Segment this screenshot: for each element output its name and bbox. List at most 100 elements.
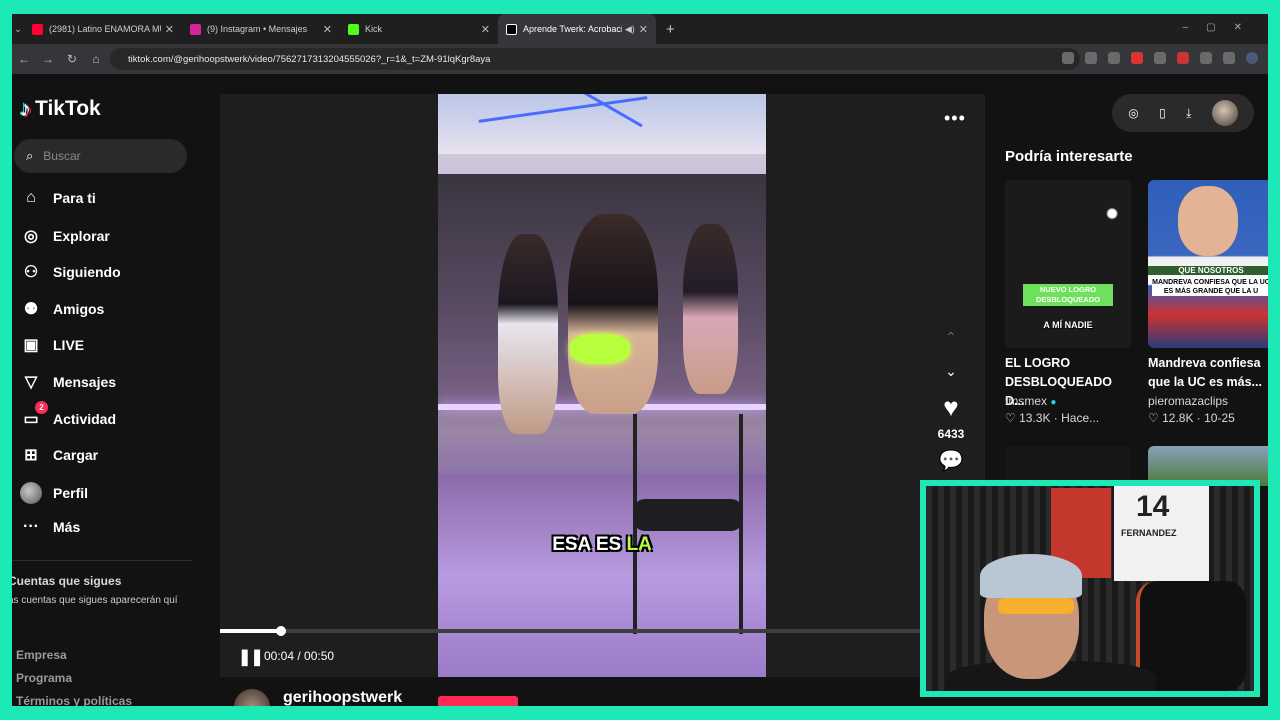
close-icon[interactable]: ✕ — [323, 23, 332, 36]
tiktok-logo[interactable]: ♪ TikTok — [20, 96, 101, 122]
nav-label: Perfil — [53, 485, 89, 501]
extension-icon[interactable] — [1062, 52, 1074, 64]
author-name[interactable]: gerihoopstwerk — [283, 689, 402, 706]
video-frame[interactable]: ESA ES LA — [438, 94, 766, 677]
nav-item-amigos[interactable]: ⚉ Amigos — [20, 299, 105, 319]
nav-item-siguiendo[interactable]: ⚇ Siguiendo — [20, 262, 121, 282]
speaker-icon[interactable]: ◀) — [625, 24, 635, 35]
thumbnail-badge: QUE NOSOTROS — [1148, 266, 1268, 275]
webcam-glasses — [998, 598, 1074, 614]
chevron-down-icon[interactable]: ⌄ — [936, 356, 966, 386]
new-tab-button[interactable]: + — [666, 21, 675, 38]
nav-item-live[interactable]: ▣ LIVE — [20, 335, 84, 355]
upload-icon: ⊞ — [24, 447, 38, 464]
search-input[interactable]: ⌕ Buscar — [14, 139, 187, 173]
recommendation-thumbnail[interactable]: QUE NOSOTROS MANDREVA CONFIESA QUE LA UC… — [1148, 180, 1268, 348]
tiktok-icon — [506, 23, 517, 35]
tab-search-icon[interactable]: ⌄ — [12, 24, 24, 35]
tab-kick[interactable]: Kick ✕ — [340, 14, 498, 44]
youtube-icon — [32, 23, 43, 35]
tab-tiktok[interactable]: Aprende Twerk: Acrobacias ◀) ✕ — [498, 14, 656, 44]
extensions-bar — [1062, 52, 1258, 64]
jersey-number: 14 — [1136, 490, 1170, 523]
nav-item-mensajes[interactable]: ▽ Mensajes — [20, 372, 116, 392]
nav-label: LIVE — [53, 337, 85, 353]
webcam-overlay: 14 FERNANDEZ — [920, 480, 1260, 697]
tab-bar: ⌄ (2981) Latino ENAMORA MUJERES ✕ (9) In… — [12, 14, 1268, 44]
recommendation-title[interactable]: Mandreva confiesa que la UC es más... — [1148, 354, 1268, 392]
back-icon[interactable]: ← — [12, 52, 36, 66]
zoom-icon[interactable] — [1085, 52, 1097, 64]
nav-label: Amigos — [53, 301, 105, 317]
close-icon[interactable]: ✕ — [165, 23, 174, 36]
avatar[interactable] — [1211, 100, 1238, 126]
forward-icon[interactable]: → — [36, 52, 60, 66]
more-options-icon[interactable]: ••• — [944, 108, 966, 129]
download-icon[interactable]: ⤓ — [1186, 106, 1191, 121]
time-readout: 00:04 / 00:50 — [264, 649, 335, 663]
nav-item-explorar[interactable]: ◎ Explorar — [20, 226, 110, 246]
webcam-headphones — [980, 554, 1082, 598]
nav-item-actividad[interactable]: ▭ 2 Actividad — [20, 401, 116, 429]
video-caption: ESA ES LA — [438, 534, 766, 556]
recommendation-thumbnail[interactable]: NUEVO LOGRO DESBLOQUEADO A MÍ NADIE — [1005, 180, 1131, 348]
following-icon: ⚇ — [23, 264, 39, 281]
compass-icon: ◎ — [24, 228, 38, 245]
tab-title: Aprende Twerk: Acrobacias — [523, 24, 622, 34]
url-field[interactable]: tiktok.com/@gerihoopstwerk/video/7562717… — [110, 48, 1080, 70]
nav-item-perfil[interactable]: Perfil — [20, 482, 88, 504]
phone-icon[interactable]: ▯ — [1159, 106, 1166, 120]
home-browser-icon[interactable]: ⌂ — [84, 52, 108, 66]
comment-icon[interactable]: 💬 — [936, 448, 966, 478]
tab-youtube[interactable]: (2981) Latino ENAMORA MUJERES ✕ — [24, 14, 182, 44]
tiktok-icon: ♪ — [20, 96, 31, 121]
nav-item-para-ti[interactable]: ⌂ Para ti — [20, 189, 96, 207]
caption-highlight: LA — [626, 534, 652, 555]
nav-item-mas[interactable]: ··· Más — [20, 518, 80, 536]
tab-title: (2981) Latino ENAMORA MUJERES — [49, 24, 161, 34]
coins-icon[interactable]: ◎ — [1128, 106, 1138, 120]
footer-link[interactable]: Empresa — [16, 648, 67, 662]
media-icon[interactable] — [1223, 52, 1235, 64]
nav-item-cargar[interactable]: ⊞ Cargar — [20, 445, 98, 465]
puzzle-icon[interactable] — [1200, 52, 1212, 64]
video-dancer — [498, 234, 558, 434]
logo-text: TikTok — [35, 97, 101, 120]
thumbnail-caption: MANDREVA CONFIESA QUE LA UC ES MÁS GRAND… — [1152, 278, 1268, 296]
chevron-up-icon[interactable]: ⌃ — [936, 322, 966, 352]
extension-icon[interactable] — [1131, 52, 1143, 64]
reload-icon[interactable]: ↻ — [60, 52, 84, 66]
recommendation-meta: ♡ 13.3K · Hace... — [1005, 411, 1100, 425]
address-bar: ← → ↻ ⌂ tiktok.com/@gerihoopstwerk/video… — [12, 44, 1268, 74]
close-icon[interactable]: ✕ — [481, 23, 490, 36]
nav-label: Explorar — [53, 228, 110, 244]
follow-button[interactable] — [438, 696, 518, 706]
like-count: ♡ 13.3K — [1005, 411, 1051, 425]
post-date: Hace... — [1061, 411, 1100, 425]
recommendation-user[interactable]: pieromazaclips — [1148, 394, 1228, 408]
close-icon[interactable]: ✕ — [639, 23, 648, 36]
tab-instagram[interactable]: (9) Instagram • Mensajes ✕ — [182, 14, 340, 44]
window-controls[interactable]: –▢✕ — [1183, 22, 1260, 33]
footer-link[interactable]: Programa — [16, 671, 72, 685]
progress-knob[interactable] — [276, 626, 287, 636]
star-icon[interactable] — [1108, 52, 1120, 64]
pause-icon[interactable]: ❚❚ — [238, 647, 264, 667]
footer-link[interactable]: Términos y políticas — [16, 694, 132, 706]
video-chair-seat — [633, 499, 743, 531]
progress-bar[interactable] — [220, 626, 985, 636]
extension-icon[interactable] — [1154, 52, 1166, 64]
divider — [12, 560, 192, 561]
recommendation-user[interactable]: fmsmex ● — [1005, 394, 1056, 408]
avatar — [20, 482, 42, 504]
notification-badge: 2 — [35, 401, 48, 414]
profile-icon[interactable] — [1246, 52, 1258, 64]
author-row: gerihoopstwerk — [220, 677, 985, 706]
search-placeholder: Buscar — [43, 149, 81, 163]
home-icon: ⌂ — [26, 189, 36, 206]
heart-icon[interactable]: ♥ — [936, 394, 966, 420]
extension-icon[interactable] — [1177, 52, 1189, 64]
avatar-wrapper — [20, 482, 42, 504]
author-avatar[interactable] — [234, 689, 270, 706]
friends-icon: ⚉ — [23, 301, 39, 318]
